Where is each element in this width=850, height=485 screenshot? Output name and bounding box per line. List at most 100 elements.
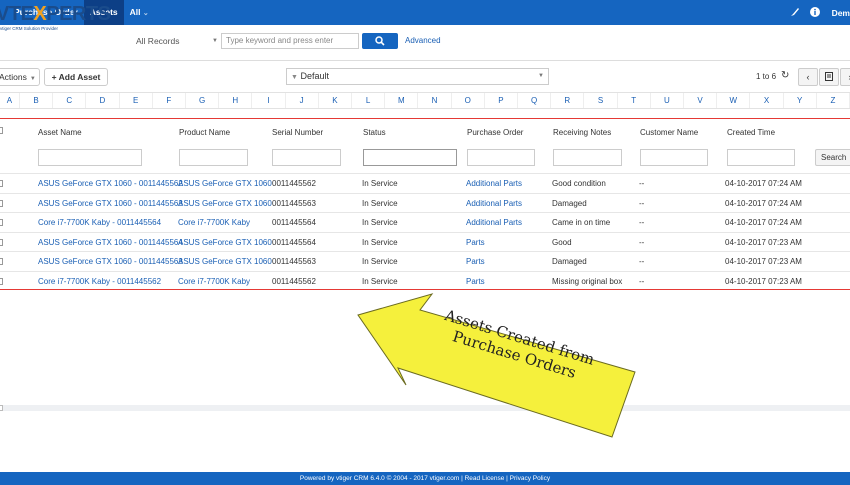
alphabet-filter-x[interactable]: X [750,93,784,108]
purchase-order-cell[interactable]: Parts [466,252,485,271]
column-header-created-time[interactable]: Created Time [727,128,775,137]
alphabet-filter-v[interactable]: V [684,93,718,108]
advanced-search-link[interactable]: Advanced [405,33,441,49]
record-type-select[interactable]: All Records ▼ [129,33,221,48]
column-header-asset-name[interactable]: Asset Name [38,128,82,137]
column-header-purchase-order[interactable]: Purchase Order [467,128,523,137]
list-filter-select[interactable]: ▼ Default ▼ [286,68,549,85]
column-search-button[interactable]: Search [815,149,850,166]
purchase-order-filter-input[interactable] [467,149,535,166]
alphabet-filter-p[interactable]: P [485,93,518,108]
user-menu[interactable]: Dem [832,8,850,18]
alphabet-filter-q[interactable]: Q [518,93,552,108]
footer-checkbox[interactable] [0,405,3,411]
add-asset-button[interactable]: + Add Asset [44,68,108,86]
purchase-order-cell[interactable]: Additional Parts [466,194,522,213]
list-footer-bar [0,405,850,411]
table-row[interactable]: ASUS GeForce GTX 1060 - 0011445562 ASUS G… [0,173,850,192]
alphabet-filter-d[interactable]: D [86,93,120,108]
alphabet-filter-n[interactable]: N [418,93,452,108]
customer-name-filter-input[interactable] [640,149,708,166]
row-checkbox[interactable] [0,219,3,226]
created-time-cell: 04-10-2017 07:23 AM [725,257,802,266]
purchase-order-cell[interactable]: Parts [466,272,485,291]
status-cell: In Service [362,276,398,286]
asset-name-cell[interactable]: ASUS GeForce GTX 1060 - 0011445563 [38,194,183,213]
table-row[interactable]: ASUS GeForce GTX 1060 - 0011445563 ASUS G… [0,251,850,270]
actions-dropdown[interactable]: Actions ▼ [0,68,40,86]
asset-name-cell[interactable]: Core i7-7700K Kaby - 0011445564 [38,213,161,232]
product-name-cell[interactable]: ASUS GeForce GTX 1060 [178,233,272,252]
alphabet-filter-c[interactable]: C [53,93,87,108]
receiving-notes-cell: Damaged [552,257,587,266]
purchase-order-cell[interactable]: Additional Parts [466,174,522,193]
customer-name-cell: -- [639,257,645,266]
table-row[interactable]: Core i7-7700K Kaby - 0011445564 Core i7-7… [0,212,850,231]
column-header-customer-name[interactable]: Customer Name [640,128,698,137]
product-name-cell[interactable]: ASUS GeForce GTX 1060 [178,194,272,213]
alphabet-filter-b[interactable]: B [20,93,54,108]
alphabet-filter-o[interactable]: O [452,93,485,108]
alphabet-filter-t[interactable]: T [618,93,651,108]
page-jump-button[interactable] [819,68,839,86]
alphabet-filter-h[interactable]: H [219,93,253,108]
alphabet-filter-w[interactable]: W [717,93,751,108]
row-checkbox[interactable] [0,258,3,265]
alphabet-filter-s[interactable]: S [584,93,618,108]
created-time-filter-input[interactable] [727,149,795,166]
alphabet-filter-a[interactable]: A [0,93,20,108]
status-cell: In Service [362,198,398,208]
tab-all[interactable]: All ⌄ [124,0,155,25]
alphabet-filter-g[interactable]: G [186,93,220,108]
row-checkbox[interactable] [0,180,3,187]
asset-name-cell[interactable]: ASUS GeForce GTX 1060 - 0011445564 [38,233,183,252]
column-header-serial-number[interactable]: Serial Number [272,128,323,137]
asset-name-cell[interactable]: ASUS GeForce GTX 1060 - 0011445562 [38,174,183,193]
product-name-cell[interactable]: Core i7-7700K Kaby [178,272,250,291]
table-row[interactable]: ASUS GeForce GTX 1060 - 0011445563 ASUS G… [0,192,850,213]
created-time-cell: 04-10-2017 07:24 AM [725,179,802,188]
alphabet-filter-j[interactable]: J [286,93,319,108]
product-name-cell[interactable]: ASUS GeForce GTX 1060 [178,174,272,193]
keyword-search-input[interactable]: Type keyword and press enter [221,33,359,49]
product-name-filter-input[interactable] [179,149,248,166]
alphabet-filter-i[interactable]: I [252,93,286,108]
select-all-checkbox[interactable] [0,127,3,134]
alphabet-filter-f[interactable]: F [153,93,186,108]
info-icon[interactable] [809,6,820,19]
topbar-right: Dem [780,0,850,25]
purchase-order-cell[interactable]: Parts [466,233,485,252]
table-row[interactable]: ASUS GeForce GTX 1060 - 0011445564 ASUS G… [0,231,850,252]
brush-icon[interactable] [790,7,800,19]
row-checkbox[interactable] [0,238,3,246]
prev-page-button[interactable]: ‹ [798,68,818,86]
receiving-notes-filter-input[interactable] [553,149,622,166]
row-checkbox[interactable] [0,199,3,207]
asset-name-cell[interactable]: Core i7-7700K Kaby - 0011445562 [38,272,161,291]
search-button[interactable] [362,33,398,49]
alphabet-filter-l[interactable]: L [352,93,386,108]
column-header-status[interactable]: Status [363,128,386,137]
next-page-button[interactable]: › [840,68,850,86]
purchase-order-cell[interactable]: Additional Parts [466,213,522,232]
row-checkbox[interactable] [0,277,3,285]
status-filter-select[interactable] [363,149,457,166]
alphabet-filter-u[interactable]: U [651,93,684,108]
alphabet-filter-k[interactable]: K [319,93,352,108]
column-header-product-name[interactable]: Product Name [179,128,230,137]
product-name-cell[interactable]: ASUS GeForce GTX 1060 [178,252,272,271]
alphabet-filter-e[interactable]: E [120,93,153,108]
caret-down-icon: ▼ [538,73,544,79]
refresh-icon[interactable]: ↻ [781,70,789,81]
table-row[interactable]: Core i7-7700K Kaby - 0011445562 Core i7-7… [0,270,850,291]
asset-name-filter-input[interactable] [38,149,142,166]
asset-name-cell[interactable]: ASUS GeForce GTX 1060 - 0011445563 [38,252,183,271]
column-header-receiving-notes[interactable]: Receiving Notes [553,128,611,137]
alphabet-filter-y[interactable]: Y [784,93,817,108]
serial-number-filter-input[interactable] [272,149,341,166]
chevron-down-icon: ⌄ [142,10,149,17]
alphabet-filter-z[interactable]: Z [817,93,850,108]
alphabet-filter-m[interactable]: M [385,93,419,108]
alphabet-filter-r[interactable]: R [551,93,585,108]
product-name-cell[interactable]: Core i7-7700K Kaby [178,213,250,232]
